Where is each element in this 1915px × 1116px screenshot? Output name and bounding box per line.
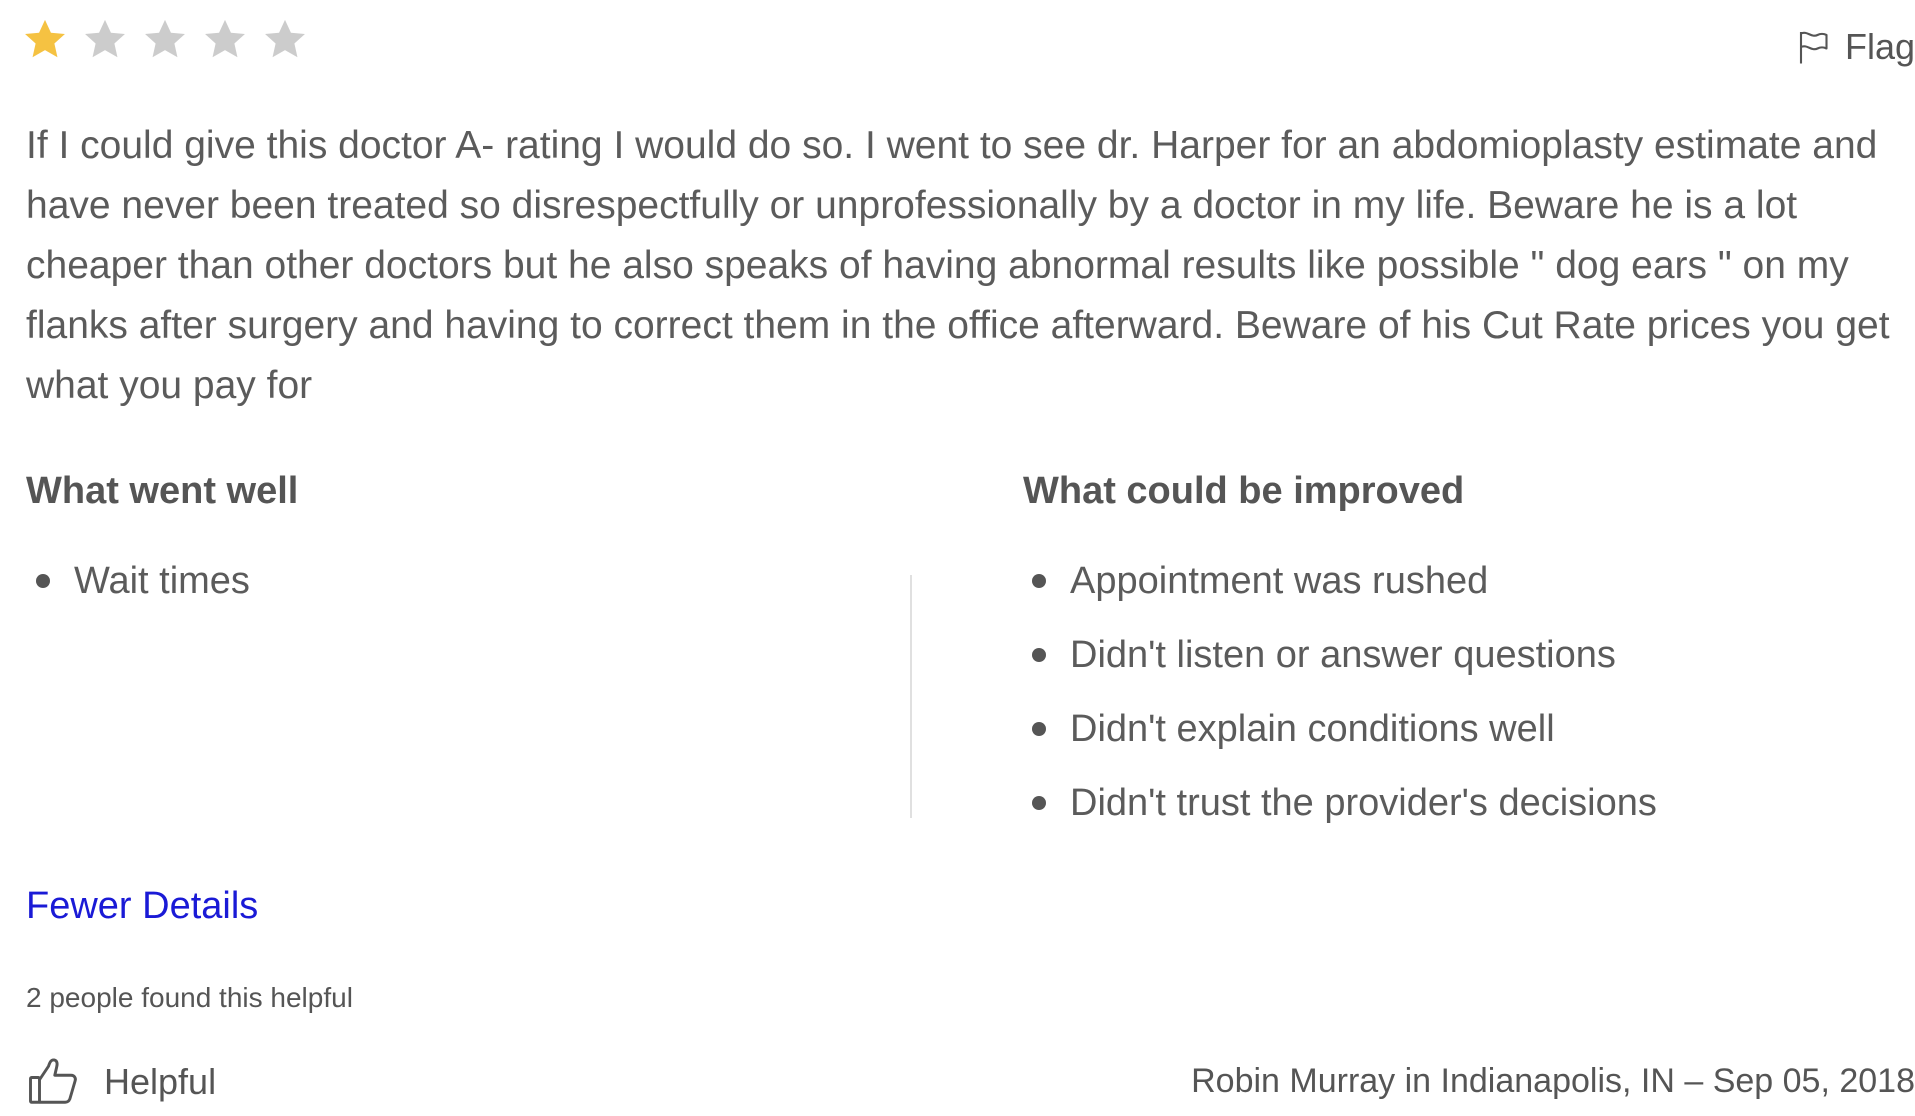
flag-icon (1799, 31, 1828, 64)
list-item-label: Didn't explain conditions well (1070, 707, 1555, 750)
list-item-label: Appointment was rushed (1070, 559, 1489, 602)
flag-label: Flag (1844, 26, 1915, 67)
bullet-icon (36, 574, 50, 588)
flag-button[interactable]: Flag (1795, 26, 1915, 68)
review-text: If I could give this doctor A- rating I … (26, 124, 1890, 407)
star-rating (22, 17, 308, 63)
bullet-icon (1032, 574, 1046, 588)
star-icon-filled (25, 19, 65, 58)
went-well-heading: What went well (26, 470, 299, 512)
list-item: Appointment was rushed (1022, 544, 1657, 618)
review-byline: Robin Murray in Indianapolis, IN – Sep 0… (1191, 1062, 1915, 1100)
list-item: Didn't explain conditions well (1022, 692, 1657, 766)
star-icon-empty (145, 19, 185, 58)
column-divider (910, 575, 912, 818)
star-icon-empty (265, 19, 305, 58)
helpful-button[interactable]: Helpful (26, 1055, 216, 1109)
could-improve-list: Appointment was rushed Didn't listen or … (1022, 544, 1657, 840)
helpful-label: Helpful (104, 1061, 217, 1102)
list-item: Wait times (26, 544, 250, 618)
star-icon-empty (85, 19, 125, 58)
list-item: Didn't listen or answer questions (1022, 618, 1657, 692)
bullet-icon (1032, 796, 1046, 810)
thumbs-up-icon (29, 1058, 77, 1104)
list-item: Didn't trust the provider's decisions (1022, 766, 1657, 840)
could-improve-heading: What could be improved (1023, 470, 1465, 512)
bullet-icon (1032, 722, 1046, 736)
went-well-list: Wait times (26, 544, 250, 618)
list-item-label: Didn't trust the provider's decisions (1070, 781, 1657, 824)
fewer-details-link[interactable]: Fewer Details (26, 885, 258, 928)
bullet-icon (1032, 648, 1046, 662)
helpful-count: 2 people found this helpful (26, 982, 353, 1013)
star-icon-empty (205, 19, 245, 58)
list-item-label: Didn't listen or answer questions (1070, 633, 1616, 676)
list-item-label: Wait times (74, 559, 250, 602)
